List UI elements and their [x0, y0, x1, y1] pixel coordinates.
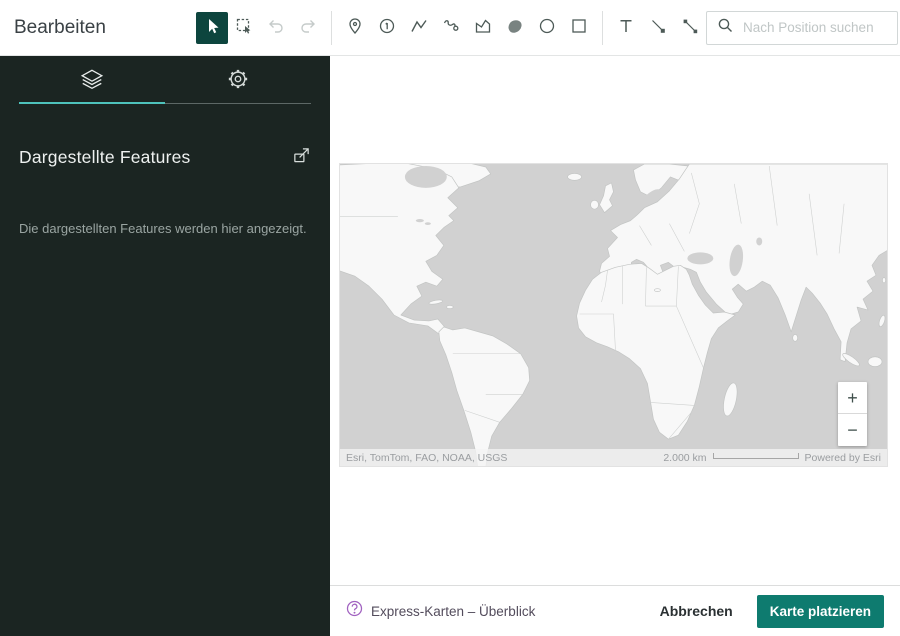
add-text-tool-button[interactable] [610, 12, 642, 44]
help-link[interactable]: Express-Karten – Überblick [371, 604, 535, 619]
map-attribution-bar: Esri, TomTom, FAO, NOAA, USGS 2.000 km P… [340, 449, 887, 466]
layers-icon [80, 67, 104, 94]
toolbar-divider [602, 11, 603, 45]
powered-by-esri: Powered by Esri [805, 452, 881, 464]
drawing-toolbar [196, 11, 706, 45]
undo-button[interactable] [260, 12, 292, 44]
toolbar-divider [331, 11, 332, 45]
attribution-sources: Esri, TomTom, FAO, NOAA, USGS [346, 452, 507, 464]
freehand-line-tool-button[interactable] [435, 12, 467, 44]
place-map-button[interactable]: Karte platzieren [757, 595, 884, 628]
rectangle-icon [569, 16, 589, 39]
gear-icon [226, 67, 250, 94]
select-tool-button[interactable] [196, 12, 228, 44]
freehand-area-icon [505, 16, 525, 39]
text-icon [616, 16, 636, 39]
tab-features[interactable] [19, 58, 165, 104]
undo-icon [266, 16, 286, 39]
circle-icon [537, 16, 557, 39]
footer-actions: Abbrechen Karte platzieren [660, 595, 884, 628]
add-point-tool-button[interactable] [339, 12, 371, 44]
scale-group: 2.000 km Powered by Esri [663, 452, 881, 464]
cursor-icon [202, 16, 222, 39]
world-map [340, 164, 887, 466]
redo-icon [298, 16, 318, 39]
draw-rectangle-tool-button[interactable] [563, 12, 595, 44]
add-numbered-point-tool-button[interactable] [371, 12, 403, 44]
map-canvas[interactable]: + − Esri, TomTom, FAO, NOAA, USGS 2.000 … [339, 163, 888, 467]
freehand-polygon-tool-button[interactable] [499, 12, 531, 44]
numbered-marker-icon [377, 16, 397, 39]
freehand-line-icon [441, 16, 461, 39]
sidebar-tabs [19, 58, 311, 104]
search-icon [717, 17, 733, 38]
expand-list-icon [292, 146, 311, 168]
double-arrow-line-tool-button[interactable] [674, 12, 706, 44]
cancel-button[interactable]: Abbrechen [660, 603, 733, 619]
map-pin-icon [345, 16, 365, 39]
express-map-editor: Bearbeiten [0, 0, 900, 636]
scale-bar [713, 453, 799, 459]
tab-settings[interactable] [165, 58, 311, 104]
polygon-icon [473, 16, 493, 39]
help-group[interactable]: Express-Karten – Überblick [346, 600, 535, 622]
scale-label: 2.000 km [663, 452, 706, 464]
map-zoom-controls: + − [838, 382, 867, 446]
marquee-select-tool-button[interactable] [228, 12, 260, 44]
draw-line-tool-button[interactable] [403, 12, 435, 44]
zoom-out-button[interactable]: − [838, 414, 867, 446]
search-input[interactable] [741, 19, 887, 36]
expand-list-button[interactable] [292, 146, 311, 168]
marquee-select-icon [234, 16, 254, 39]
features-panel-title: Dargestellte Features [19, 147, 191, 168]
page-title: Bearbeiten [14, 17, 196, 39]
map-content: + − Esri, TomTom, FAO, NOAA, USGS 2.000 … [330, 56, 900, 636]
draw-circle-tool-button[interactable] [531, 12, 563, 44]
position-search[interactable] [706, 11, 898, 45]
arrow-line-tool-button[interactable] [642, 12, 674, 44]
arrow-line-icon [648, 16, 668, 39]
sidebar: Dargestellte Features Die dargestellten … [0, 56, 330, 636]
topbar: Bearbeiten [0, 0, 900, 56]
main-area: Dargestellte Features Die dargestellten … [0, 56, 900, 636]
double-arrow-line-icon [680, 16, 700, 39]
polyline-icon [409, 16, 429, 39]
help-icon [346, 600, 363, 622]
footer-bar: Express-Karten – Überblick Abbrechen Kar… [330, 585, 900, 636]
features-empty-message: Die dargestellten Features werden hier a… [19, 220, 311, 238]
redo-button[interactable] [292, 12, 324, 44]
features-panel-header: Dargestellte Features [19, 146, 311, 168]
draw-polygon-tool-button[interactable] [467, 12, 499, 44]
zoom-in-button[interactable]: + [838, 382, 867, 414]
